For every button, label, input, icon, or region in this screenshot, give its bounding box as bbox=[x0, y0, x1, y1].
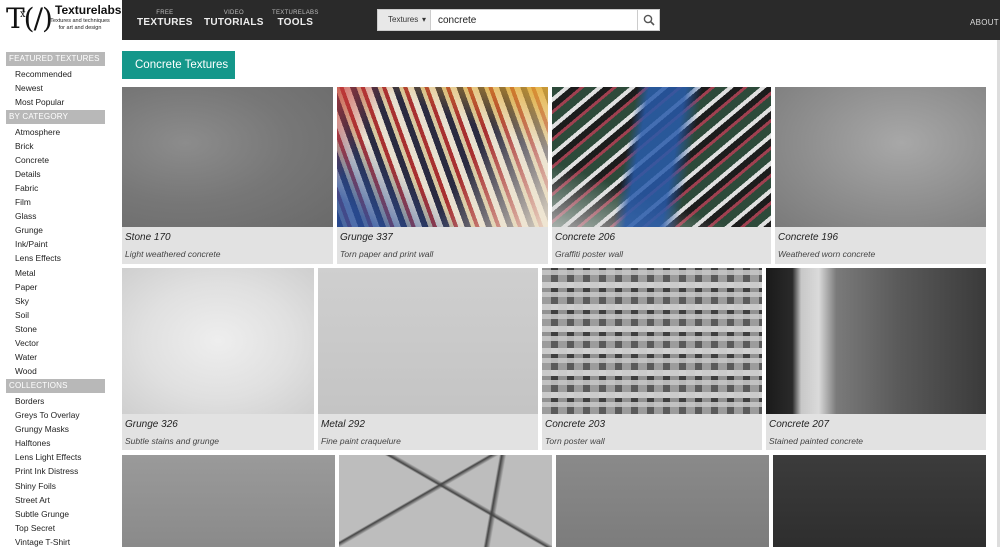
sidebar-item-water[interactable]: Water bbox=[15, 352, 37, 362]
sidebar-item-brick[interactable]: Brick bbox=[15, 141, 34, 151]
sidebar-item-concrete[interactable]: Concrete bbox=[15, 155, 49, 165]
texture-thumbnail bbox=[775, 87, 986, 227]
sidebar-item-details[interactable]: Details bbox=[15, 169, 41, 179]
texture-card[interactable] bbox=[122, 455, 335, 547]
sidebar-item-metal[interactable]: Metal bbox=[15, 268, 35, 278]
texture-card[interactable] bbox=[339, 455, 552, 547]
texture-thumbnail bbox=[318, 268, 538, 414]
sidebar-item-vintage-t-shirt[interactable]: Vintage T-Shirt bbox=[15, 537, 70, 547]
card-subtitle: Stained painted concrete bbox=[769, 436, 864, 446]
sidebar-item-atmosphere[interactable]: Atmosphere bbox=[15, 127, 60, 137]
section-head-category: BY CATEGORY bbox=[6, 110, 105, 124]
texture-card[interactable]: Grunge 326 Subtle stains and grunge bbox=[122, 268, 314, 450]
texture-thumbnail bbox=[337, 87, 548, 227]
sidebar-item-borders[interactable]: Borders bbox=[15, 396, 44, 406]
sidebar-item-soil[interactable]: Soil bbox=[15, 310, 29, 320]
logo-tagline: Textures and techniques for art and desi… bbox=[50, 18, 110, 31]
card-title: Concrete 207 bbox=[769, 419, 830, 430]
texture-card[interactable]: Stone 170 Light weathered concrete bbox=[122, 87, 333, 264]
search-category-select[interactable]: Textures ▾ bbox=[378, 10, 431, 30]
sidebar: FEATURED TEXTURES Recommended Newest Mos… bbox=[0, 40, 110, 547]
top-header: T(/) x Texturelabs Textures and techniqu… bbox=[0, 0, 1000, 40]
sidebar-item-recommended[interactable]: Recommended bbox=[15, 69, 72, 79]
search-icon bbox=[643, 14, 655, 26]
sidebar-item-stone[interactable]: Stone bbox=[15, 324, 37, 334]
texture-thumbnail bbox=[122, 268, 314, 414]
page-title-button[interactable]: Concrete Textures bbox=[122, 51, 235, 79]
section-head-featured: FEATURED TEXTURES bbox=[6, 52, 105, 66]
sidebar-item-greys-to-overlay[interactable]: Greys To Overlay bbox=[15, 410, 80, 420]
sidebar-item-grunge[interactable]: Grunge bbox=[15, 225, 43, 235]
logo-mark: T(/) x bbox=[6, 2, 53, 35]
sidebar-item-film[interactable]: Film bbox=[15, 197, 31, 207]
texture-card[interactable]: Concrete 203 Torn poster wall bbox=[542, 268, 762, 450]
card-subtitle: Subtle stains and grunge bbox=[125, 436, 220, 446]
logo-title: Texturelabs bbox=[55, 3, 122, 17]
sidebar-item-ink-paint[interactable]: Ink/Paint bbox=[15, 239, 48, 249]
card-title: Grunge 326 bbox=[125, 419, 178, 430]
card-subtitle: Torn poster wall bbox=[545, 436, 605, 446]
sidebar-item-subtle-grunge[interactable]: Subtle Grunge bbox=[15, 509, 69, 519]
card-title: Stone 170 bbox=[125, 232, 171, 243]
texture-thumbnail bbox=[122, 455, 335, 547]
search-bar: Textures ▾ bbox=[377, 9, 660, 31]
nav-video-tutorials[interactable]: VIDEO TUTORIALS bbox=[204, 10, 264, 28]
texture-card[interactable]: Grunge 337 Torn paper and print wall bbox=[337, 87, 548, 264]
sidebar-item-most-popular[interactable]: Most Popular bbox=[15, 97, 64, 107]
section-head-collections: COLLECTIONS bbox=[6, 379, 105, 393]
card-title: Concrete 206 bbox=[555, 232, 616, 243]
search-button[interactable] bbox=[637, 10, 659, 30]
chevron-down-icon: ▾ bbox=[421, 15, 426, 24]
sidebar-item-print-ink-distress[interactable]: Print Ink Distress bbox=[15, 466, 78, 476]
texture-card[interactable]: Concrete 207 Stained painted concrete bbox=[766, 268, 986, 450]
sidebar-item-shiny-foils[interactable]: Shiny Foils bbox=[15, 481, 56, 491]
site-logo[interactable]: T(/) x Texturelabs Textures and techniqu… bbox=[0, 0, 122, 40]
texture-card[interactable] bbox=[556, 455, 769, 547]
sidebar-item-paper[interactable]: Paper bbox=[15, 282, 37, 292]
nav-texturelabs-tools[interactable]: TEXTURELABS TOOLS bbox=[272, 10, 319, 28]
sidebar-item-lens-light-effects[interactable]: Lens Light Effects bbox=[15, 452, 81, 462]
sidebar-item-top-secret[interactable]: Top Secret bbox=[15, 523, 55, 533]
nav-about[interactable]: ABOUT bbox=[970, 18, 999, 27]
sidebar-item-sky[interactable]: Sky bbox=[15, 296, 29, 306]
sidebar-item-glass[interactable]: Glass bbox=[15, 211, 36, 221]
sidebar-item-lens-effects[interactable]: Lens Effects bbox=[15, 253, 61, 263]
card-subtitle: Fine paint craquelure bbox=[321, 436, 401, 446]
texture-thumbnail bbox=[542, 268, 762, 414]
sidebar-item-wood[interactable]: Wood bbox=[15, 366, 37, 376]
card-title: Concrete 203 bbox=[545, 419, 606, 430]
sidebar-item-halftones[interactable]: Halftones bbox=[15, 438, 50, 448]
card-subtitle: Light weathered concrete bbox=[125, 249, 221, 259]
card-title: Concrete 196 bbox=[778, 232, 839, 243]
texture-card[interactable] bbox=[773, 455, 986, 547]
texture-card[interactable]: Concrete 196 Weathered worn concrete bbox=[775, 87, 986, 264]
texture-thumbnail bbox=[556, 455, 769, 547]
texture-card[interactable]: Concrete 206 Graffiti poster wall bbox=[552, 87, 771, 264]
sidebar-item-fabric[interactable]: Fabric bbox=[15, 183, 38, 193]
sidebar-item-grungy-masks[interactable]: Grungy Masks bbox=[15, 424, 69, 434]
sidebar-item-street-art[interactable]: Street Art bbox=[15, 495, 50, 505]
card-subtitle: Torn paper and print wall bbox=[340, 249, 434, 259]
sidebar-item-vector[interactable]: Vector bbox=[15, 338, 39, 348]
texture-thumbnail bbox=[766, 268, 986, 414]
sidebar-item-newest[interactable]: Newest bbox=[15, 83, 43, 93]
texture-thumbnail bbox=[773, 455, 986, 547]
card-title: Metal 292 bbox=[321, 419, 365, 430]
texture-thumbnail bbox=[122, 87, 333, 227]
texture-thumbnail bbox=[339, 455, 552, 547]
card-subtitle: Graffiti poster wall bbox=[555, 249, 624, 259]
card-subtitle: Weathered worn concrete bbox=[778, 249, 876, 259]
card-title: Grunge 337 bbox=[340, 232, 393, 243]
texture-thumbnail bbox=[552, 87, 771, 227]
search-input[interactable] bbox=[434, 10, 634, 30]
texture-card[interactable]: Metal 292 Fine paint craquelure bbox=[318, 268, 538, 450]
nav-free-textures[interactable]: FREE TEXTURES bbox=[137, 10, 193, 28]
